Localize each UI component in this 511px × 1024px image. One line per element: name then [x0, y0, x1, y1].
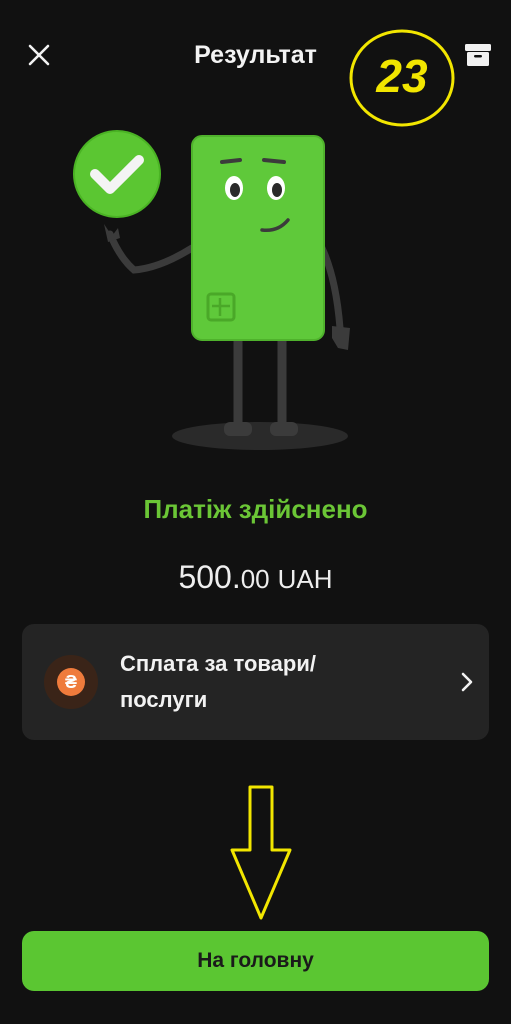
card-body [192, 136, 324, 340]
chevron-right-icon [461, 672, 473, 692]
category-label-line2: послуги [120, 687, 208, 712]
hryvnia-icon: ₴ [57, 668, 85, 696]
go-home-button[interactable]: На головну [22, 931, 489, 991]
category-label-line1: Сплата за товари/ [120, 651, 316, 676]
payment-status: Платіж здійснено [143, 494, 368, 524]
category-icon-wrapper: ₴ [44, 655, 98, 709]
amount-currency: UAH [277, 564, 333, 594]
down-arrow-annotation [230, 785, 292, 920]
archive-icon[interactable] [462, 40, 494, 70]
step-number: 23 [376, 50, 428, 102]
success-card-mascot-illustration [73, 130, 350, 450]
mascot-shadow [172, 422, 348, 450]
payment-amount: 500.00 UAH [0, 556, 511, 600]
amount-major: 500. [178, 559, 241, 595]
amount-minor: 00 [240, 564, 270, 594]
header: Результат 23 [0, 0, 511, 127]
category-label: Сплата за товари/ послуги [120, 646, 420, 718]
payment-category-card[interactable]: ₴ Сплата за товари/ послуги [22, 624, 489, 740]
